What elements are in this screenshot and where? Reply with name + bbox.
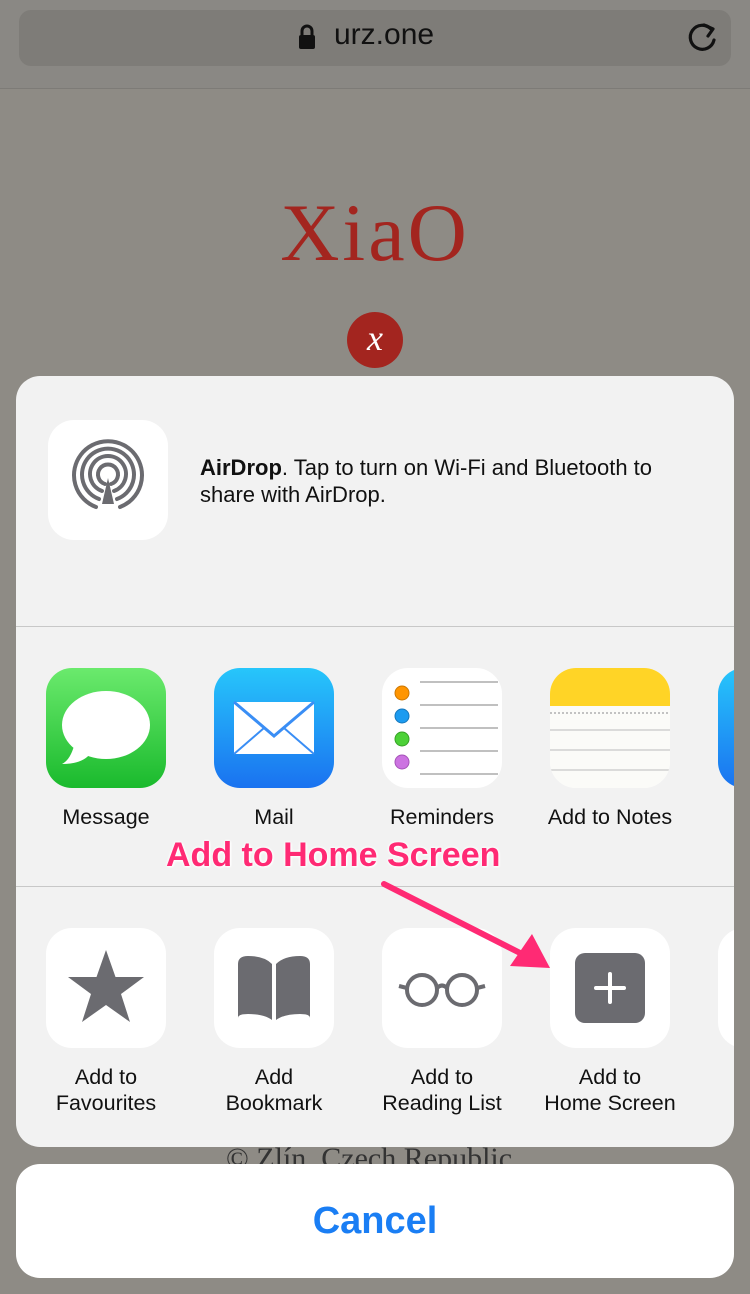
reminders-icon bbox=[394, 681, 498, 775]
divider bbox=[16, 886, 734, 887]
reminders-app-button[interactable] bbox=[382, 668, 502, 788]
site-title: XiaO bbox=[280, 187, 470, 278]
url-text: urz.one bbox=[334, 18, 435, 51]
label-line: Add to bbox=[578, 1065, 642, 1089]
mail-label: Mail bbox=[254, 805, 294, 829]
divider bbox=[16, 626, 734, 627]
plus-square-icon bbox=[575, 953, 645, 1023]
add-bookmark-label: Add Bookmark bbox=[190, 1064, 358, 1116]
add-to-home-screen-button[interactable] bbox=[550, 928, 670, 1048]
label-line: Add bbox=[254, 1065, 294, 1089]
label-line: Reading List bbox=[382, 1091, 502, 1115]
label-line: Favourites bbox=[55, 1091, 157, 1115]
star-icon bbox=[68, 950, 144, 1022]
notes-app-button[interactable] bbox=[550, 668, 670, 788]
reload-icon[interactable] bbox=[684, 20, 718, 56]
share-sheet: AirDrop. Tap to turn on Wi-Fi and Blueto… bbox=[16, 376, 734, 1147]
annotation-arrow bbox=[381, 881, 550, 968]
notes-icon bbox=[550, 668, 670, 788]
notes-label: Add to Notes bbox=[547, 805, 673, 829]
mail-app-button[interactable] bbox=[214, 668, 334, 788]
label-line: Home Screen bbox=[544, 1091, 676, 1115]
add-to-home-screen-label: Add to Home Screen bbox=[526, 1064, 694, 1116]
annotation-label: Add to Home Screen bbox=[166, 836, 501, 874]
airdrop-button[interactable] bbox=[48, 420, 168, 540]
browser-toolbar: urz.one bbox=[0, 0, 750, 89]
cancel-button[interactable]: Cancel bbox=[16, 1164, 734, 1278]
message-icon bbox=[62, 691, 150, 764]
label-line: Add to bbox=[74, 1065, 138, 1089]
add-to-favourites-button[interactable] bbox=[46, 928, 166, 1048]
book-icon bbox=[238, 956, 310, 1020]
airdrop-description: AirDrop. Tap to turn on Wi-Fi and Blueto… bbox=[200, 454, 710, 508]
mail-icon bbox=[233, 700, 315, 755]
add-to-reading-list-label: Add to Reading List bbox=[358, 1064, 526, 1116]
airdrop-title: AirDrop bbox=[200, 455, 282, 480]
add-bookmark-button[interactable] bbox=[214, 928, 334, 1048]
message-app-button[interactable] bbox=[46, 668, 166, 788]
message-label: Message bbox=[62, 805, 150, 829]
add-to-favourites-label: Add to Favourites bbox=[22, 1064, 190, 1116]
label-line: Bookmark bbox=[225, 1091, 323, 1115]
site-logo: x bbox=[347, 312, 403, 368]
airdrop-icon bbox=[72, 439, 144, 509]
next-action-button-partial[interactable] bbox=[718, 928, 734, 1048]
label-line: Add to bbox=[410, 1065, 474, 1089]
lock-icon bbox=[299, 24, 315, 49]
next-app-button-partial[interactable] bbox=[718, 668, 734, 788]
reminders-label: Reminders bbox=[390, 805, 494, 829]
